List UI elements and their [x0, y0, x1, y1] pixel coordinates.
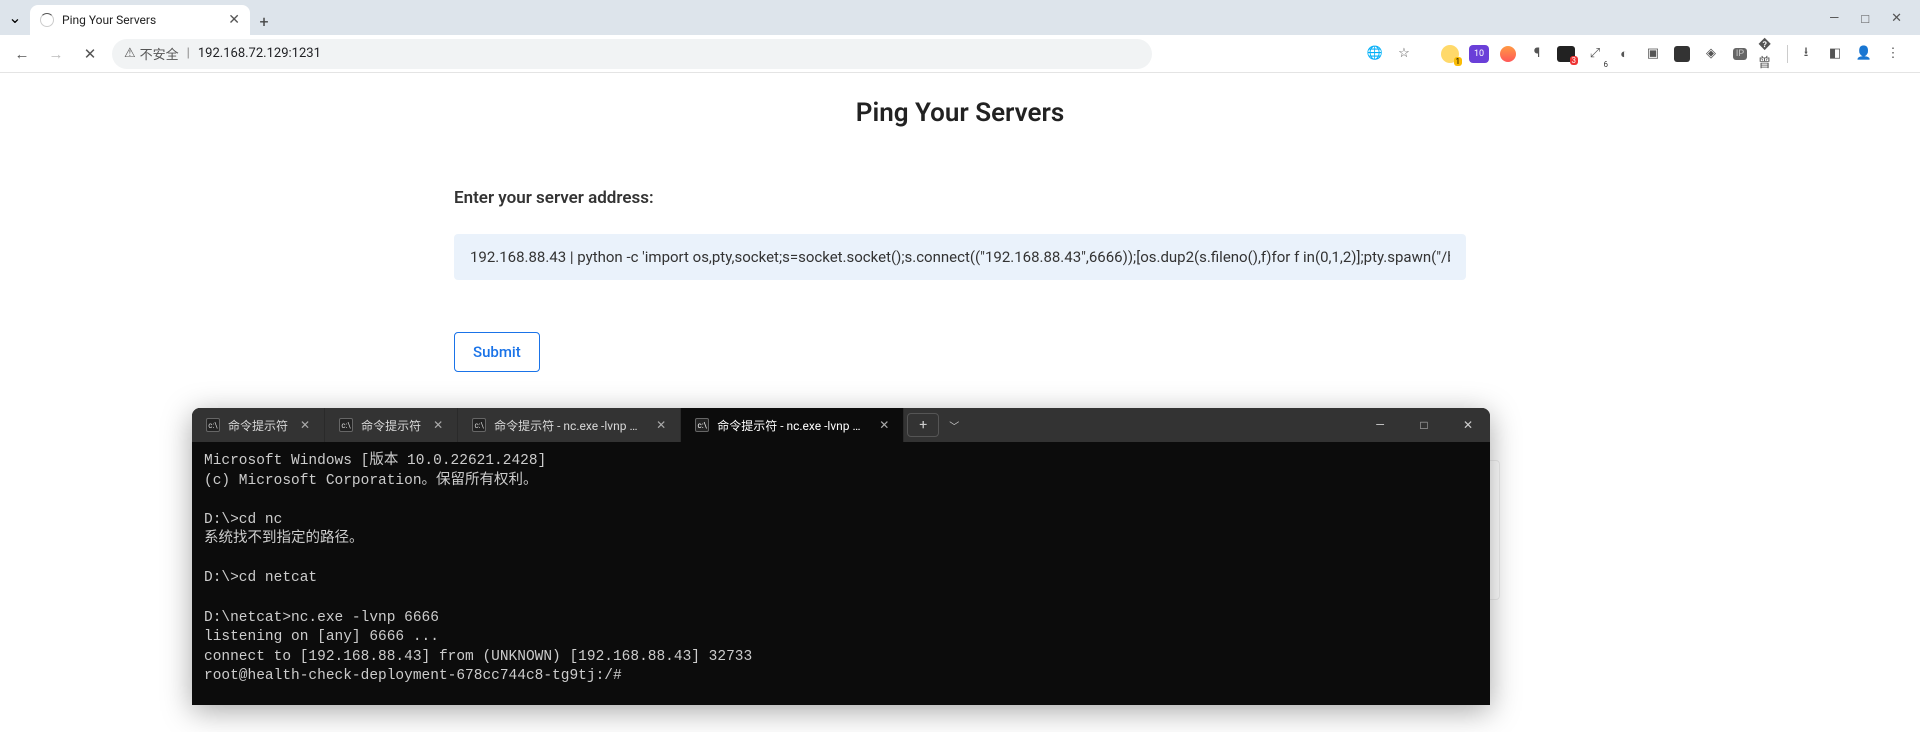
extension-icon[interactable]: IP — [1729, 43, 1751, 65]
terminal-close-button[interactable]: ✕ — [1446, 408, 1490, 442]
server-address-input[interactable] — [454, 234, 1466, 280]
terminal-output[interactable]: Microsoft Windows [版本 10.0.22621.2428] (… — [192, 442, 1490, 705]
terminal-tab-label: 命令提示符 — [361, 417, 421, 434]
extension-icon[interactable]: ¶ — [1526, 43, 1548, 65]
browser-tabstrip: ⌄ Ping Your Servers ✕ + — □ ✕ — [0, 0, 1920, 35]
terminal-minimize-button[interactable]: — — [1358, 408, 1402, 442]
window-maximize-button[interactable]: □ — [1861, 11, 1869, 27]
browser-toolbar: ← → ✕ ⚠ 不安全 | 192.168.72.129:1231 🌐 ☆ 10… — [0, 35, 1920, 73]
security-indicator[interactable]: ⚠ 不安全 — [124, 44, 179, 63]
extension-icon[interactable]: ◈ — [1700, 43, 1722, 65]
nav-back-button[interactable]: ← — [10, 45, 34, 63]
security-label: 不安全 — [140, 44, 179, 63]
terminal-tab-dropdown[interactable]: ﹀ — [942, 413, 966, 437]
extension-icon[interactable]: 10 — [1468, 43, 1490, 65]
address-bar[interactable]: ⚠ 不安全 | 192.168.72.129:1231 — [112, 39, 1152, 69]
terminal-tab-close-icon[interactable]: ✕ — [879, 418, 889, 432]
extension-icon[interactable]: ⤢6 — [1584, 43, 1606, 65]
terminal-tab[interactable]: c:\ 命令提示符 ✕ — [192, 408, 325, 442]
terminal-tabstrip: c:\ 命令提示符 ✕ c:\ 命令提示符 ✕ c:\ 命令提示符 - nc.e… — [192, 408, 1490, 442]
bookmark-star-icon[interactable]: ☆ — [1393, 43, 1415, 65]
nav-forward-button[interactable]: → — [44, 45, 68, 63]
cmd-icon: c:\ — [695, 418, 709, 432]
page-content: Ping Your Servers Enter your server addr… — [0, 73, 1920, 372]
terminal-window: c:\ 命令提示符 ✕ c:\ 命令提示符 ✕ c:\ 命令提示符 - nc.e… — [192, 408, 1490, 705]
server-address-label: Enter your server address: — [454, 188, 1466, 208]
terminal-window-controls: — □ ✕ — [1358, 408, 1490, 442]
terminal-tab-active[interactable]: c:\ 命令提示符 - nc.exe -lvnp 666 ✕ — [681, 408, 904, 442]
terminal-tab-label: 命令提示符 - nc.exe -lvnp 666 — [717, 417, 867, 434]
extension-icon[interactable] — [1439, 43, 1461, 65]
extensions-menu-icon[interactable]: �曾 — [1758, 43, 1780, 65]
warning-icon: ⚠ — [124, 46, 136, 61]
terminal-tab-label: 命令提示符 - nc.exe -lvnp 666 — [494, 417, 644, 434]
terminal-tab-close-icon[interactable]: ✕ — [300, 418, 310, 432]
terminal-maximize-button[interactable]: □ — [1402, 408, 1446, 442]
window-close-button[interactable]: ✕ — [1891, 11, 1902, 27]
submit-button[interactable]: Submit — [454, 332, 540, 372]
downloads-icon[interactable]: ⭳ — [1795, 43, 1817, 65]
loading-spinner-icon — [40, 13, 54, 27]
new-tab-button[interactable]: + — [250, 7, 278, 35]
cmd-icon: c:\ — [472, 418, 486, 432]
terminal-tab-label: 命令提示符 — [228, 417, 288, 434]
extension-icon[interactable]: ◐ — [1613, 43, 1635, 65]
extensions-row: 🌐 ☆ 10 ¶ 3 ⤢6 ◐ ▣ ◈ IP �曾 ⭳ ◧ 👤 ⋮ — [1364, 43, 1910, 65]
page-title: Ping Your Servers — [0, 98, 1920, 128]
tabs-dropdown[interactable]: ⌄ — [0, 0, 30, 35]
browser-tab[interactable]: Ping Your Servers ✕ — [30, 5, 250, 35]
extension-icon[interactable] — [1497, 43, 1519, 65]
tab-title: Ping Your Servers — [62, 13, 220, 27]
window-minimize-button[interactable]: — — [1829, 11, 1839, 27]
terminal-tab-close-icon[interactable]: ✕ — [656, 418, 666, 432]
extension-icon[interactable]: 3 — [1555, 43, 1577, 65]
terminal-tab[interactable]: c:\ 命令提示符 - nc.exe -lvnp 666 ✕ — [458, 408, 681, 442]
window-controls: — □ ✕ — [1829, 11, 1920, 35]
terminal-new-tab-button[interactable]: + — [907, 413, 939, 437]
nav-stop-button[interactable]: ✕ — [78, 45, 102, 63]
translate-icon[interactable]: 🌐 — [1364, 43, 1386, 65]
cmd-icon: c:\ — [339, 418, 353, 432]
tab-close-icon[interactable]: ✕ — [228, 12, 240, 28]
profile-avatar-icon[interactable]: 👤 — [1853, 43, 1875, 65]
terminal-tab[interactable]: c:\ 命令提示符 ✕ — [325, 408, 458, 442]
extension-icon[interactable]: ▣ — [1642, 43, 1664, 65]
divider — [1787, 45, 1788, 63]
extension-icon[interactable] — [1671, 43, 1693, 65]
cmd-icon: c:\ — [206, 418, 220, 432]
sidepanel-icon[interactable]: ◧ — [1824, 43, 1846, 65]
browser-menu-icon[interactable]: ⋮ — [1882, 43, 1904, 65]
url-text: 192.168.72.129:1231 — [198, 46, 321, 61]
terminal-tab-close-icon[interactable]: ✕ — [433, 418, 443, 432]
